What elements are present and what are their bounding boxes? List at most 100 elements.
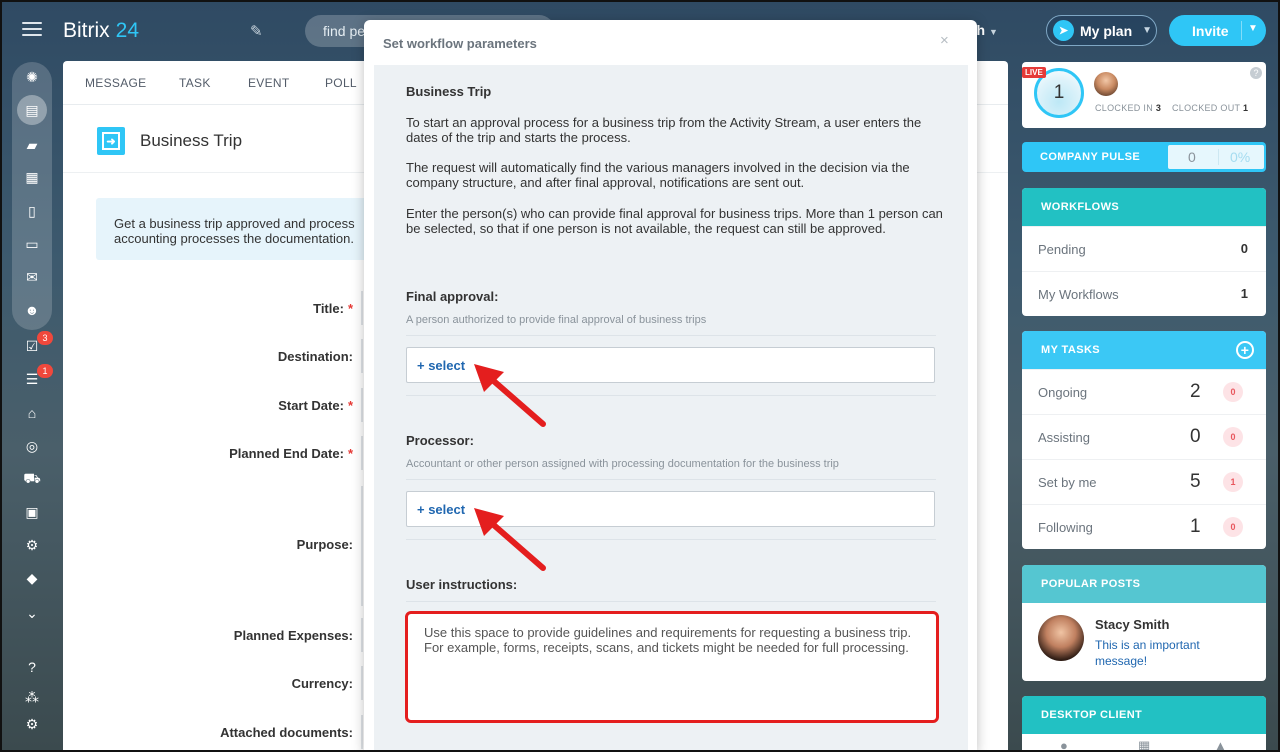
post-author[interactable]: Stacy Smith	[1095, 617, 1169, 632]
contact-center-icon[interactable]: ▣	[21, 501, 43, 523]
info-line: accounting processes the documentation.	[114, 231, 354, 246]
list-item[interactable]: Ongoing 2 0	[1022, 369, 1266, 414]
drive-icon[interactable]: ▭	[21, 233, 43, 255]
overdue-badge[interactable]: 0	[1223, 382, 1243, 402]
add-task-icon[interactable]: +	[1236, 341, 1254, 359]
chevron-down-icon[interactable]: ▼	[1248, 23, 1258, 34]
avatar[interactable]	[1094, 72, 1118, 96]
popular-posts-widget: POPULAR POSTS Stacy Smith This is an imp…	[1022, 565, 1266, 681]
windows-icon[interactable]: ▦	[1138, 738, 1150, 752]
workflows-title[interactable]: WORKFLOWS	[1022, 188, 1266, 226]
end-date-label: Planned End Date: *	[229, 446, 353, 461]
apple-icon[interactable]: ●	[1060, 738, 1068, 752]
tab-message[interactable]: MESSAGE	[85, 76, 146, 90]
row-label: Ongoing	[1038, 385, 1088, 400]
divider	[406, 479, 936, 480]
select-link[interactable]: + select	[417, 502, 465, 517]
sitemap-icon[interactable]: ⁂	[21, 686, 43, 708]
desktop-client-title[interactable]: DESKTOP CLIENT	[1022, 696, 1266, 734]
menu-icon[interactable]	[22, 22, 42, 38]
task-count: 1	[1190, 516, 1201, 537]
edit-icon[interactable]: ✎	[250, 22, 263, 40]
cart-icon[interactable]: ⛟	[21, 468, 43, 490]
attached-docs-label: Attached documents:	[220, 725, 353, 740]
company-pulse-widget[interactable]: COMPANY PULSE 0 0%	[1022, 142, 1266, 172]
info-box: Get a business trip approved and process…	[96, 198, 386, 260]
list-item[interactable]: Pending 0	[1022, 226, 1266, 271]
company-icon[interactable]: ⌂	[21, 402, 43, 424]
my-plan-button[interactable]: ➤ My plan ▼	[1046, 15, 1157, 46]
description-paragraph: The request will automatically find the …	[406, 160, 910, 190]
row-value: 1	[1240, 286, 1248, 301]
left-sidebar: ✺ ▤ ▰ ▦ ▯ ▭ ✉ ☻ ☑ 3 ☰ 1 ⌂ ◎ ⛟ ▣ ⚙ ◆ ⌄ ? …	[12, 62, 53, 735]
my-tasks-title[interactable]: MY TASKS +	[1022, 331, 1266, 369]
field-label: Currency:	[291, 676, 353, 691]
tab-task[interactable]: TASK	[179, 76, 211, 90]
purpose-label: Purpose:	[297, 537, 353, 552]
attached-docs-input[interactable]	[361, 715, 363, 749]
timeman-widget[interactable]: 1 CLOCKED IN 3 CLOCKED OUT 1 ?	[1022, 62, 1266, 128]
help-icon[interactable]: ?	[1250, 67, 1262, 79]
dialog-body: Business Trip To start an approval proce…	[374, 65, 968, 752]
overdue-badge[interactable]: 1	[1223, 472, 1243, 492]
calendar-icon[interactable]: ▦	[21, 166, 43, 188]
select-link[interactable]: + select	[417, 358, 465, 373]
avatar[interactable]	[1038, 615, 1084, 661]
chat-icon[interactable]: ▰	[21, 134, 43, 156]
row-label: Assisting	[1038, 430, 1091, 445]
crm-badge: 1	[37, 364, 53, 378]
end-date-input[interactable]	[361, 436, 363, 470]
title-label: Title: *	[313, 301, 353, 316]
box-icon[interactable]: ◆	[21, 567, 43, 589]
live-badge: LIVE	[1022, 67, 1046, 78]
target-icon[interactable]: ◎	[21, 435, 43, 457]
post-link[interactable]: This is an important message!	[1095, 637, 1245, 669]
currency-select[interactable]	[361, 666, 363, 700]
list-item[interactable]: Following 1 0	[1022, 504, 1266, 549]
description-paragraph: To start an approval process for a busin…	[406, 115, 922, 145]
annotation-arrow-icon	[474, 508, 546, 571]
close-icon[interactable]: ×	[940, 32, 949, 49]
more-icon[interactable]: ⌄	[21, 602, 43, 624]
pulse-value: 0	[1188, 149, 1196, 165]
invite-label: Invite	[1192, 22, 1229, 39]
settings-icon[interactable]: ⚙	[21, 713, 43, 735]
overdue-badge[interactable]: 0	[1223, 427, 1243, 447]
tab-event[interactable]: EVENT	[248, 76, 290, 90]
chevron-down-icon: ▼	[1142, 25, 1153, 36]
clocked-in-label: CLOCKED IN	[1095, 103, 1154, 113]
workflows-widget: WORKFLOWS Pending 0 My Workflows 1	[1022, 188, 1266, 316]
popular-posts-title[interactable]: POPULAR POSTS	[1022, 565, 1266, 603]
title-input[interactable]	[361, 291, 363, 325]
purpose-input[interactable]	[361, 486, 363, 606]
workflow-parameters-dialog: Set workflow parameters × Business Trip …	[364, 20, 977, 752]
row-label: Pending	[1038, 242, 1086, 257]
list-item[interactable]: Set by me 5 1	[1022, 459, 1266, 504]
row-label: My Workflows	[1038, 287, 1119, 302]
robot-icon[interactable]: ⚙	[21, 534, 43, 556]
popular-post-item[interactable]: Stacy Smith This is an important message…	[1022, 603, 1266, 681]
destination-input[interactable]	[361, 339, 363, 373]
tab-poll[interactable]: POLL	[325, 76, 357, 90]
mail-icon[interactable]: ✉	[21, 266, 43, 288]
list-item[interactable]: Assisting 0 0	[1022, 414, 1266, 459]
help-icon[interactable]: ?	[21, 656, 43, 678]
required-mark: *	[347, 398, 353, 413]
feed-icon[interactable]: ▤	[17, 95, 47, 125]
app-logo[interactable]: Bitrix 24	[63, 19, 139, 43]
pulse-icon[interactable]: ✺	[21, 66, 43, 88]
overdue-badge[interactable]: 0	[1223, 517, 1243, 537]
annotation-arrow-icon	[474, 364, 546, 427]
clocked-in-value: 3	[1155, 103, 1162, 113]
group-icon[interactable]: ☻	[21, 299, 43, 321]
start-date-input[interactable]	[361, 388, 363, 422]
business-trip-icon: ➜	[97, 127, 125, 155]
docs-icon[interactable]: ▯	[21, 200, 43, 222]
invite-button[interactable]: Invite ▼	[1169, 15, 1266, 46]
linux-icon[interactable]: ▲	[1214, 738, 1227, 752]
list-item[interactable]: My Workflows 1	[1022, 271, 1266, 316]
logo-word: Bitrix	[63, 19, 110, 42]
expenses-input[interactable]	[361, 618, 363, 652]
divider	[406, 601, 936, 602]
user-instructions-textarea[interactable]: Use this space to provide guidelines and…	[405, 611, 939, 723]
